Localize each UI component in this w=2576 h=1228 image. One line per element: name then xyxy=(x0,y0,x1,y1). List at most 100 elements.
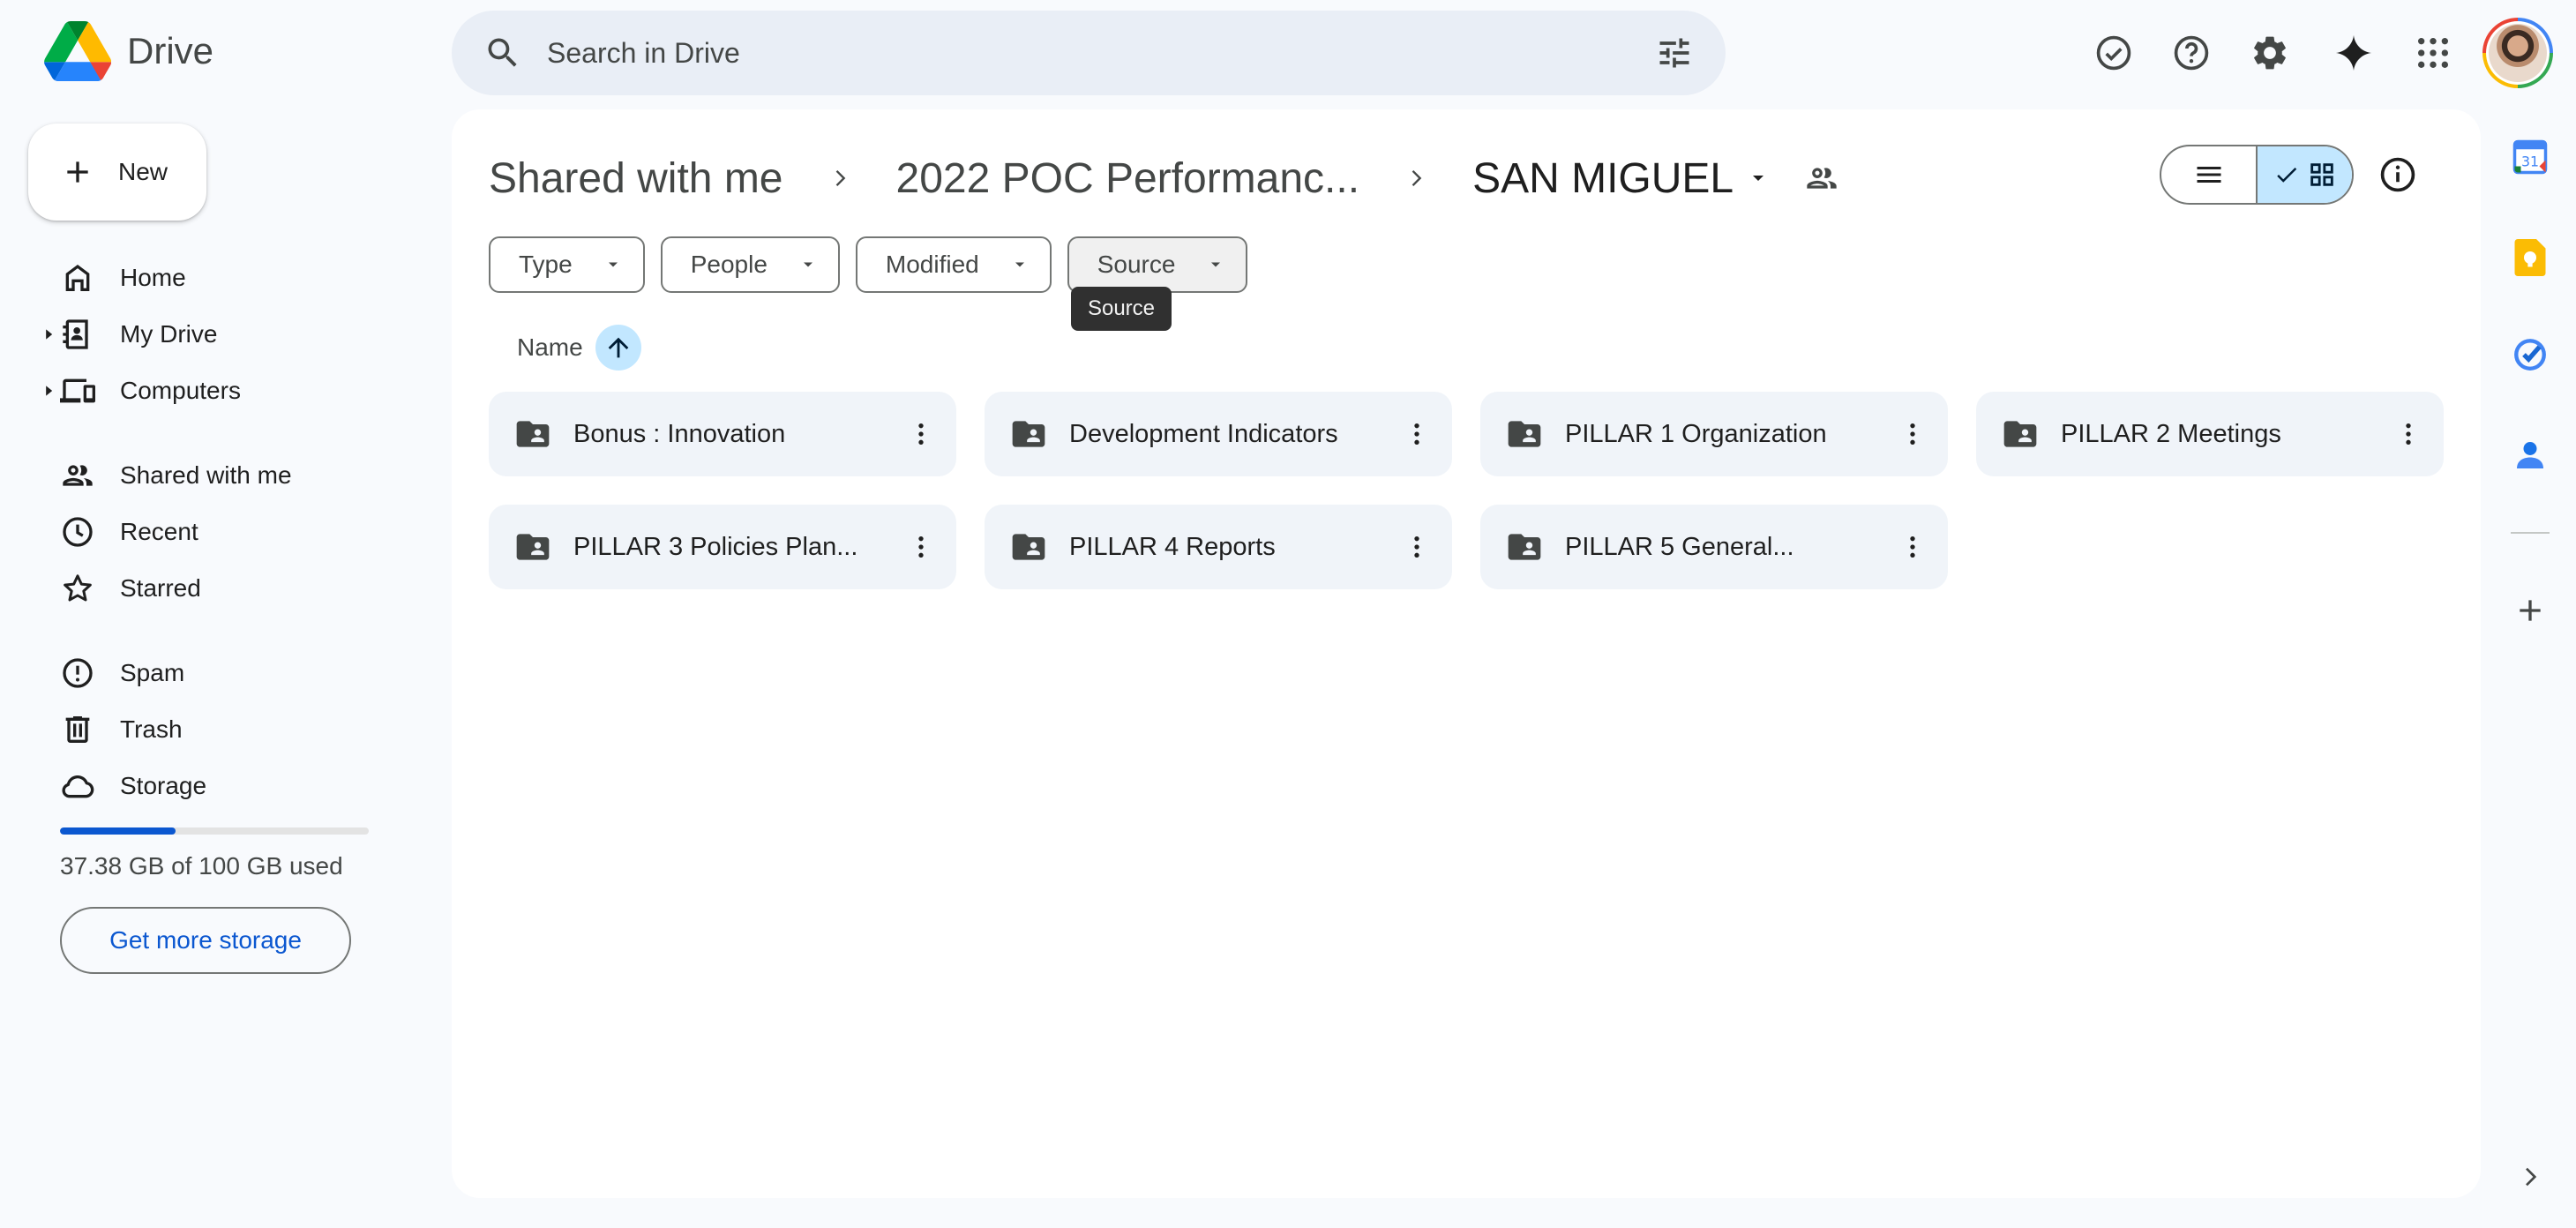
offline-ready-icon[interactable] xyxy=(2091,30,2137,76)
more-actions-icon[interactable] xyxy=(902,528,940,566)
more-actions-icon[interactable] xyxy=(1397,415,1436,453)
computer-icon xyxy=(60,378,95,403)
sort-header: Name xyxy=(517,325,641,371)
check-icon xyxy=(2276,168,2296,183)
sidebar-item-recent[interactable]: Recent xyxy=(0,506,423,558)
sort-name-label[interactable]: Name xyxy=(517,333,583,362)
drive-logo[interactable]: Drive xyxy=(44,21,213,81)
sidebar-item-label: Recent xyxy=(120,518,198,545)
expand-arrow-icon[interactable] xyxy=(42,328,55,341)
grid-icon xyxy=(2310,163,2333,186)
plus-icon xyxy=(67,161,88,183)
folder-card[interactable]: Development Indicators xyxy=(985,392,1452,476)
new-button-label: New xyxy=(118,158,168,185)
get-addons-plus-icon[interactable] xyxy=(2511,591,2550,630)
folder-name: PILLAR 5 General... xyxy=(1565,532,1794,561)
dropdown-arrow-icon xyxy=(1015,262,1024,267)
sidebar-item-spam[interactable]: Spam xyxy=(0,648,423,699)
shared-people-icon xyxy=(63,465,93,486)
new-button[interactable]: New xyxy=(28,124,206,221)
folder-name: PILLAR 4 Reports xyxy=(1069,532,1276,561)
shared-folder-people-icon[interactable] xyxy=(1804,161,1839,196)
sidebar-item-label: My Drive xyxy=(120,320,218,348)
folder-name: PILLAR 1 Organization xyxy=(1565,419,1827,448)
more-actions-icon[interactable] xyxy=(1893,415,1932,453)
filter-modified-chip[interactable]: Modified xyxy=(855,236,1052,293)
sidebar-item-storage[interactable]: Storage xyxy=(0,760,423,812)
sort-direction-button[interactable] xyxy=(595,325,641,371)
more-actions-icon[interactable] xyxy=(2389,415,2428,453)
chevron-right-icon xyxy=(1412,170,1422,186)
home-icon xyxy=(65,265,90,291)
svg-text:31: 31 xyxy=(2521,154,2539,170)
list-view-button[interactable] xyxy=(2161,146,2256,203)
chip-label: Modified xyxy=(885,251,979,278)
breadcrumb-item-shared[interactable]: Shared with me xyxy=(489,154,783,203)
source-tooltip: Source xyxy=(1071,287,1172,331)
search-options-icon[interactable] xyxy=(1655,34,1694,72)
filter-chips: Type People Modified Source xyxy=(489,236,1263,293)
sidebar-item-my-drive[interactable]: My Drive xyxy=(0,309,423,360)
folder-card[interactable]: PILLAR 3 Policies Plan... xyxy=(489,505,956,589)
folder-card[interactable]: PILLAR 5 General... xyxy=(1480,505,1948,589)
keep-icon[interactable] xyxy=(2511,238,2550,277)
sidebar-item-label: Computers xyxy=(120,377,241,404)
list-icon xyxy=(2197,167,2220,183)
apps-grid-icon[interactable] xyxy=(2410,30,2456,76)
breadcrumb: Shared with me 2022 POC Performanc... SA… xyxy=(489,146,1839,210)
folder-name: PILLAR 3 Policies Plan... xyxy=(573,532,858,561)
account-avatar[interactable] xyxy=(2482,18,2553,88)
my-drive-icon xyxy=(63,319,88,349)
shared-folder-icon xyxy=(1505,415,1544,453)
search-icon[interactable] xyxy=(483,34,522,72)
show-side-panel-chevron-icon[interactable] xyxy=(2511,1157,2550,1196)
more-actions-icon[interactable] xyxy=(902,415,940,453)
folder-name: Development Indicators xyxy=(1069,419,1338,448)
sidebar-item-label: Storage xyxy=(120,772,207,799)
chip-label: Source xyxy=(1097,251,1176,278)
sidebar-item-label: Trash xyxy=(120,715,183,743)
expand-arrow-icon[interactable] xyxy=(42,385,55,397)
folder-card[interactable]: PILLAR 2 Meetings xyxy=(1976,392,2444,476)
sidebar-item-shared-with-me[interactable]: Shared with me xyxy=(0,450,423,501)
sidebar-item-label: Shared with me xyxy=(120,461,292,489)
filter-source-chip[interactable]: Source xyxy=(1067,236,1248,293)
star-icon xyxy=(64,574,92,602)
folder-card[interactable]: PILLAR 4 Reports xyxy=(985,505,1452,589)
sidebar-item-computers[interactable]: Computers xyxy=(0,365,423,416)
sidebar-item-trash[interactable]: Trash xyxy=(0,704,423,755)
avatar-photo xyxy=(2489,24,2547,82)
current-folder-name: SAN MIGUEL xyxy=(1472,154,1734,202)
sidebar-item-home[interactable]: Home xyxy=(0,252,423,303)
settings-icon[interactable] xyxy=(2247,30,2293,76)
gemini-sparkle-icon[interactable] xyxy=(2331,30,2377,76)
shared-folder-icon xyxy=(1009,528,1048,566)
sidebar-item-label: Spam xyxy=(120,659,185,686)
dropdown-arrow-icon xyxy=(803,262,812,267)
app-name: Drive xyxy=(127,30,214,71)
filter-type-chip[interactable]: Type xyxy=(489,236,645,293)
tasks-icon[interactable] xyxy=(2511,335,2550,374)
folder-name: PILLAR 2 Meetings xyxy=(2061,419,2281,448)
shared-folder-icon xyxy=(1009,415,1048,453)
spam-icon xyxy=(63,658,93,688)
search-input[interactable] xyxy=(547,36,1606,70)
dropdown-arrow-icon xyxy=(608,262,618,267)
sidebar-item-starred[interactable]: Starred xyxy=(0,563,423,614)
folder-card[interactable]: PILLAR 1 Organization xyxy=(1480,392,1948,476)
current-folder-menu[interactable]: SAN MIGUEL xyxy=(1472,154,1769,203)
more-actions-icon[interactable] xyxy=(1397,528,1436,566)
help-icon[interactable] xyxy=(2168,30,2214,76)
filter-people-chip[interactable]: People xyxy=(660,236,840,293)
drive-logo-icon xyxy=(44,21,111,81)
get-more-storage-button[interactable]: Get more storage xyxy=(60,907,351,974)
more-actions-icon[interactable] xyxy=(1893,528,1932,566)
contacts-icon[interactable] xyxy=(2511,436,2550,475)
grid-view-button[interactable] xyxy=(2256,146,2352,203)
info-icon[interactable] xyxy=(2378,155,2417,194)
view-toggle xyxy=(2160,145,2354,205)
breadcrumb-item-parent[interactable]: 2022 POC Performanc... xyxy=(896,154,1360,203)
search-bar[interactable] xyxy=(452,11,1726,95)
folder-card[interactable]: Bonus : Innovation xyxy=(489,392,956,476)
calendar-icon[interactable]: 31 xyxy=(2511,138,2550,176)
